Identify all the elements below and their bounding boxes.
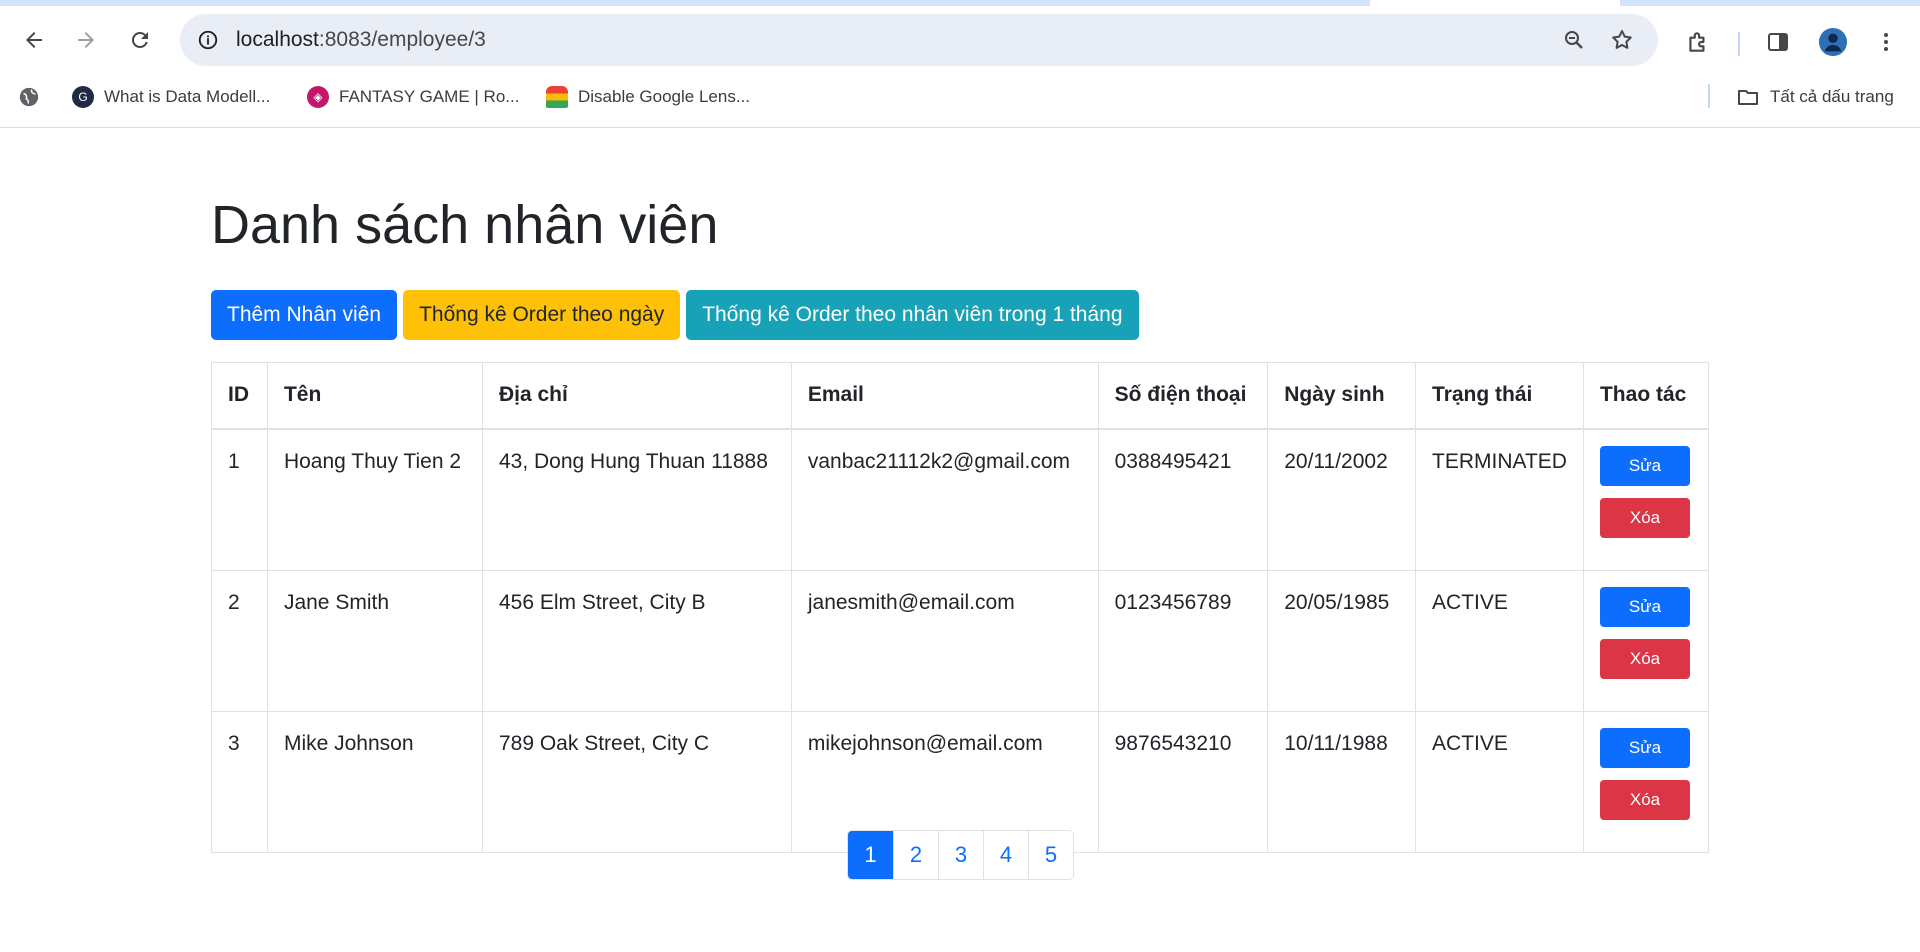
stats-by-employee-button[interactable]: Thống kê Order theo nhân viên trong 1 th… bbox=[686, 290, 1139, 340]
bookmark-item[interactable]: Disable Google Lens... bbox=[546, 84, 750, 110]
cell-id: 1 bbox=[211, 428, 268, 571]
action-buttons: Thêm Nhân viên Thống kê Order theo ngày … bbox=[211, 290, 1139, 340]
cell-id: 2 bbox=[211, 569, 268, 712]
column-header-email: Email bbox=[790, 362, 1099, 430]
kebab-menu-icon[interactable] bbox=[1870, 26, 1902, 58]
page-content: Danh sách nhân viên Thêm Nhân viên Thống… bbox=[0, 128, 1920, 952]
cell-actions: Sửa Xóa bbox=[1582, 569, 1710, 712]
data-modelling-favicon: G bbox=[72, 86, 94, 108]
pagination: 1 2 3 4 5 bbox=[847, 830, 1074, 880]
edit-button[interactable]: Sửa bbox=[1599, 445, 1690, 486]
column-header-name: Tên bbox=[266, 362, 483, 430]
url-text[interactable]: localhost:8083/employee/3 bbox=[236, 28, 486, 52]
cell-status: ACTIVE bbox=[1415, 710, 1584, 853]
table-header-row: ID Tên Địa chỉ Email Số điện thoại Ngày … bbox=[211, 362, 1710, 430]
bookmark-item[interactable]: G What is Data Modell... bbox=[72, 84, 270, 110]
page-link-1[interactable]: 1 bbox=[848, 831, 893, 879]
cell-address: 789 Oak Street, City C bbox=[481, 710, 792, 853]
cell-name: Mike Johnson bbox=[266, 710, 483, 853]
cell-name: Jane Smith bbox=[266, 569, 483, 712]
arrow-left-icon bbox=[26, 32, 42, 48]
cell-email: janesmith@email.com bbox=[790, 569, 1099, 712]
table-row: 1 Hoang Thuy Tien 2 43, Dong Hung Thuan … bbox=[211, 428, 1710, 571]
cell-phone: 0123456789 bbox=[1097, 569, 1269, 712]
table-row: 2 Jane Smith 456 Elm Street, City B jane… bbox=[211, 569, 1710, 712]
page-link-2[interactable]: 2 bbox=[893, 831, 938, 879]
cell-dob: 20/11/2002 bbox=[1267, 428, 1417, 571]
bookmarks-bar: G What is Data Modell... ◈ FANTASY GAME … bbox=[0, 78, 1920, 114]
cell-address: 456 Elm Street, City B bbox=[481, 569, 792, 712]
apps-globe-icon[interactable] bbox=[18, 84, 40, 110]
extensions-icon[interactable] bbox=[1682, 26, 1714, 58]
url-path: :8083/employee/3 bbox=[318, 28, 486, 51]
reload-button[interactable] bbox=[120, 20, 160, 60]
cell-id: 3 bbox=[211, 710, 268, 853]
cell-phone: 9876543210 bbox=[1097, 710, 1269, 853]
column-header-status: Trạng thái bbox=[1415, 362, 1584, 430]
star-icon[interactable] bbox=[1608, 26, 1636, 54]
column-header-address: Địa chỉ bbox=[481, 362, 792, 430]
cell-status: TERMINATED bbox=[1415, 428, 1584, 571]
page-link-5[interactable]: 5 bbox=[1028, 831, 1073, 879]
zoom-icon[interactable] bbox=[1560, 26, 1588, 54]
tab-strip-right bbox=[1620, 0, 1920, 6]
cell-address: 43, Dong Hung Thuan 11888 bbox=[481, 428, 792, 571]
back-button[interactable] bbox=[14, 20, 54, 60]
stats-by-day-button[interactable]: Thống kê Order theo ngày bbox=[403, 290, 681, 340]
page-title: Danh sách nhân viên bbox=[211, 195, 719, 255]
fantasy-game-favicon: ◈ bbox=[307, 86, 329, 108]
cell-name: Hoang Thuy Tien 2 bbox=[266, 428, 483, 571]
url-host: localhost bbox=[236, 28, 319, 51]
forward-button[interactable] bbox=[66, 20, 106, 60]
bookmark-item[interactable]: ◈ FANTASY GAME | Ro... bbox=[307, 84, 519, 110]
folder-icon bbox=[1738, 90, 1758, 105]
cell-email: vanbac21112k2@gmail.com bbox=[790, 428, 1099, 571]
address-bar[interactable]: localhost:8083/employee/3 bbox=[180, 14, 1658, 66]
employee-table: ID Tên Địa chỉ Email Số điện thoại Ngày … bbox=[211, 362, 1710, 853]
add-employee-button[interactable]: Thêm Nhân viên bbox=[211, 290, 398, 340]
tab-strip bbox=[0, 0, 1920, 6]
page-link-4[interactable]: 4 bbox=[983, 831, 1028, 879]
cell-actions: Sửa Xóa bbox=[1582, 710, 1710, 853]
reload-icon bbox=[131, 31, 148, 48]
disable-lens-favicon bbox=[546, 86, 568, 108]
column-header-actions: Thao tác bbox=[1582, 362, 1710, 430]
cell-status: ACTIVE bbox=[1415, 569, 1584, 712]
column-header-dob: Ngày sinh bbox=[1267, 362, 1417, 430]
site-info-icon[interactable] bbox=[192, 24, 224, 56]
delete-button[interactable]: Xóa bbox=[1599, 779, 1690, 820]
bookmark-label: What is Data Modell... bbox=[104, 87, 271, 106]
browser-toolbar: localhost:8083/employee/3 bbox=[0, 12, 1920, 68]
cell-dob: 10/11/1988 bbox=[1267, 710, 1417, 853]
delete-button[interactable]: Xóa bbox=[1599, 497, 1690, 538]
bookmark-label: FANTASY GAME | Ro... bbox=[339, 87, 520, 106]
bookmark-label: Disable Google Lens... bbox=[578, 87, 750, 106]
all-bookmarks-label: Tất cả dấu trang bbox=[1770, 87, 1894, 106]
edit-button[interactable]: Sửa bbox=[1599, 586, 1690, 627]
column-header-id: ID bbox=[211, 362, 268, 430]
profile-avatar[interactable] bbox=[1817, 26, 1849, 58]
column-header-phone: Số điện thoại bbox=[1097, 362, 1269, 430]
delete-button[interactable]: Xóa bbox=[1599, 638, 1690, 679]
cell-actions: Sửa Xóa bbox=[1582, 428, 1710, 571]
cell-phone: 0388495421 bbox=[1097, 428, 1269, 571]
browser-chrome: localhost:8083/employee/3 G What is Data… bbox=[0, 0, 1920, 128]
tab-strip-left bbox=[0, 0, 1370, 6]
bookmarks-separator bbox=[1708, 84, 1710, 108]
side-panel-icon[interactable] bbox=[1762, 26, 1794, 58]
edit-button[interactable]: Sửa bbox=[1599, 727, 1690, 768]
all-bookmarks-button[interactable]: Tất cả dấu trang bbox=[1736, 84, 1894, 110]
arrow-right-icon bbox=[78, 32, 94, 48]
toolbar-separator bbox=[1738, 32, 1740, 56]
cell-dob: 20/05/1985 bbox=[1267, 569, 1417, 712]
page-link-3[interactable]: 3 bbox=[938, 831, 983, 879]
